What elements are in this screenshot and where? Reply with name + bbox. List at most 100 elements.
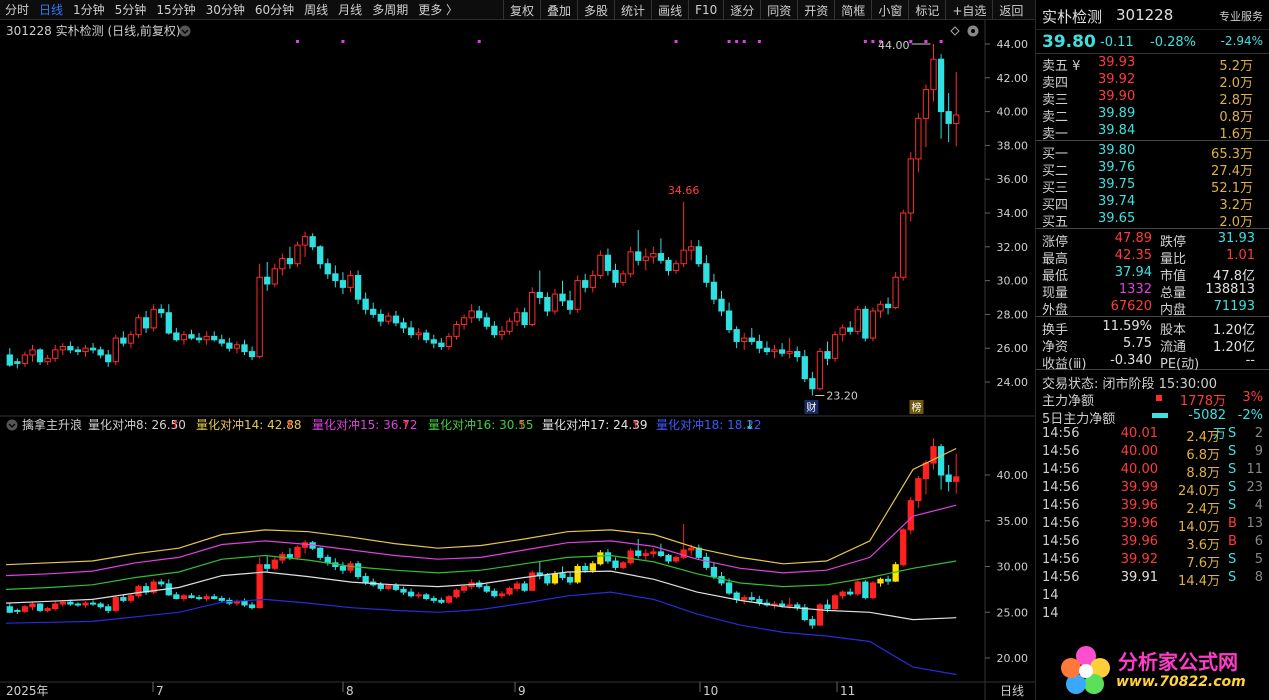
kline-candle	[816, 351, 824, 390]
toolbar-button[interactable]: 标记	[908, 0, 945, 20]
kline-chart-svg[interactable]: 301228 实朴检测 (日线,前复权) 34.66 23.20 财 44.00 榜 4…	[0, 20, 1035, 700]
tick-price: 39.96	[1120, 534, 1158, 549]
diamond-icon[interactable]	[950, 26, 960, 36]
axis-label: 30.00	[997, 275, 1029, 288]
orderbook-price: 39.89	[1098, 106, 1136, 121]
kline-candle	[6, 354, 13, 366]
kline-candle	[188, 334, 195, 339]
indicator-candle	[619, 562, 627, 568]
period-tab[interactable]: 60分钟	[250, 0, 299, 19]
kline-candle	[385, 315, 392, 322]
kline-candle	[36, 349, 44, 363]
indicator-candle	[816, 604, 824, 626]
tick-list[interactable]: 14:56 40.01 2.4万 S 2 14:56 40.00 6.8万 S 9 14:56 40.…	[1036, 425, 1269, 623]
toolbar-button[interactable]: 逐分	[723, 0, 760, 20]
kline-candle	[498, 330, 506, 336]
indicator-candle	[612, 560, 619, 568]
kline-candle	[710, 281, 718, 300]
period-tab[interactable]: 更多 〉	[413, 0, 463, 19]
period-tab[interactable]: 30分钟	[201, 0, 250, 19]
toolbar-button[interactable]: F10	[688, 0, 723, 20]
indicator-candle	[529, 572, 536, 591]
kline-chart-area[interactable]: 301228 实朴检测 (日线,前复权) 34.66 23.20 财 44.00 榜 4…	[0, 20, 1035, 700]
price-axis: 44.00 42.00 40.00 38.00 36.00 34.00 32.00 30.00…	[985, 38, 1028, 665]
indicator-candle	[566, 576, 574, 583]
kline-candle	[279, 258, 286, 270]
chevron-down-icon[interactable]	[179, 25, 191, 37]
toolbar-button[interactable]: 同资	[760, 0, 797, 20]
indicator-candle	[445, 596, 453, 603]
kline-candle	[142, 317, 150, 329]
service-link[interactable]: 专业服务	[1219, 8, 1263, 24]
indicator-candle	[786, 604, 793, 607]
kline-candle	[612, 269, 619, 283]
orderbook-price: 39.74	[1098, 194, 1136, 209]
tick-price: 39.96	[1120, 516, 1158, 531]
toolbar-button[interactable]: 叠加	[540, 0, 577, 20]
tick-time: 14:56	[1042, 534, 1080, 549]
stat-row: 涨停 47.89 跌停 31.93	[1036, 230, 1269, 250]
indicator-candle	[29, 603, 36, 608]
orderbook-price: 39.75	[1098, 177, 1136, 192]
orderbook-row: 买四 39.74 3.2万	[1036, 193, 1269, 213]
indicator-candle	[97, 603, 104, 608]
kline-candle	[536, 291, 543, 298]
signal-marker	[863, 40, 867, 43]
kline-candle	[900, 212, 907, 278]
orderbook-row: 卖四 39.92 2.0万	[1036, 71, 1269, 91]
toolbar-button[interactable]: 开资	[797, 0, 834, 20]
toolbar-button[interactable]: 简框	[834, 0, 871, 20]
orderbook-row: 卖二 39.89 0.8万	[1036, 105, 1269, 125]
kline-candle	[370, 308, 377, 315]
period-tab[interactable]: 月线	[333, 0, 367, 19]
gear-icon[interactable]	[967, 25, 979, 37]
indicator-candle	[551, 573, 559, 584]
kline-candle	[695, 246, 702, 265]
period-tab[interactable]: 15分钟	[151, 0, 200, 19]
indicator-candle	[597, 552, 604, 565]
kline-candle	[884, 303, 892, 309]
indicator-candle	[582, 566, 589, 571]
toolbar-button[interactable]: 返回	[992, 0, 1029, 20]
toolbar-button[interactable]: 多股	[577, 0, 614, 20]
toolbar-button[interactable]: 画线	[651, 0, 688, 20]
indicator-candle	[824, 604, 831, 610]
tick-row: 14:56 40.01 2.4万 S 2	[1036, 425, 1269, 445]
tick-row: 14:56 39.92 7.6万 S 5	[1036, 551, 1269, 571]
stock-name: 实朴检测	[1042, 8, 1103, 26]
stat-value: 71193	[1213, 299, 1255, 314]
indicator-candle	[317, 547, 324, 558]
date-label: 9	[518, 684, 526, 698]
period-tab[interactable]: 周线	[299, 0, 333, 19]
indicator-candle	[672, 556, 680, 562]
kline-candle	[937, 58, 945, 113]
kline-candle	[324, 263, 331, 275]
period-tab[interactable]: 1分钟	[68, 0, 110, 19]
period-tab[interactable]: 多周期	[367, 0, 413, 19]
indicator-candle	[778, 603, 786, 607]
kline-candle	[301, 236, 309, 246]
toolbar-button[interactable]: 统计	[614, 0, 651, 20]
indicator-candle	[953, 476, 960, 482]
kline-candle	[211, 335, 218, 341]
period-tab[interactable]: 分时	[0, 0, 34, 19]
indicator-candle	[650, 551, 657, 555]
indicator-candle	[604, 552, 612, 562]
signal-marker	[727, 40, 731, 43]
toolbar-button[interactable]: +自选	[945, 0, 992, 20]
indicator-candle	[937, 446, 945, 476]
tick-row: 14:56 40.00 8.8万 S 11	[1036, 461, 1269, 481]
indicator-candle	[44, 608, 51, 611]
indicator-candle	[847, 591, 854, 595]
chevron-down-icon[interactable]	[6, 419, 18, 431]
kline-candle	[120, 337, 127, 344]
stat-value: 42.35	[1114, 248, 1152, 263]
tick-count: 9	[1254, 444, 1263, 459]
kline-candle	[551, 293, 559, 312]
tick-count: 4	[1254, 498, 1263, 513]
period-tab[interactable]: 日线	[34, 0, 68, 19]
period-tab[interactable]: 5分钟	[110, 0, 152, 19]
toolbar-button[interactable]: 小窗	[871, 0, 908, 20]
toolbar-button[interactable]: 复权	[503, 0, 540, 20]
signal-marker	[939, 40, 943, 43]
